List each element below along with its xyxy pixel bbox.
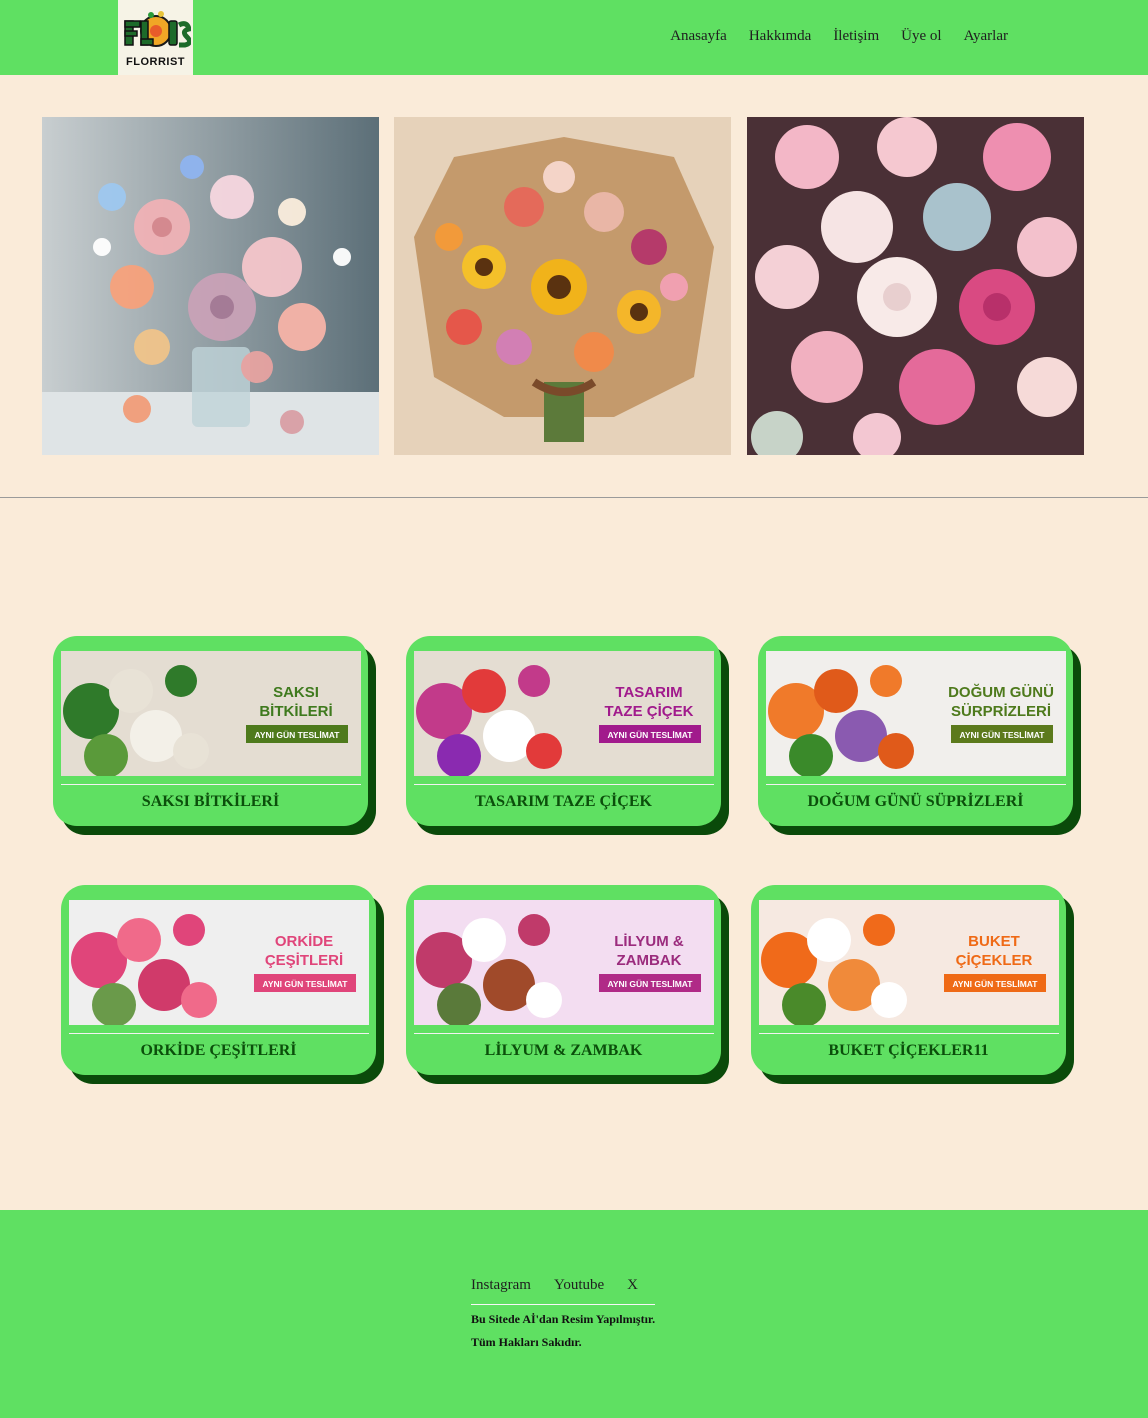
nav-ayarlar[interactable]: Ayarlar (964, 28, 1008, 45)
card-divider (759, 1033, 1059, 1034)
card-body[interactable]: TASARIM TAZE ÇİÇEK AYNI GÜN TESLİMAT TASARI… (406, 636, 721, 826)
delivery-badge-text: AYNI GÜN TESLİMAT (607, 979, 693, 989)
card-divider (61, 784, 361, 785)
footer-links: Instagram Youtube X (471, 1277, 638, 1294)
banner-title-line: SAKSI (273, 684, 319, 701)
category-label[interactable]: LİLYUM & ZAMBAK (414, 1042, 713, 1060)
section-divider (0, 497, 1148, 498)
category-banner-image[interactable]: BUKET ÇİÇEKLER AYNI GÜN TESLİMAT (759, 900, 1059, 1025)
category-banner-image[interactable]: DOĞUM GÜNÜ SÜRPRİZLERİ AYNI GÜN TESLİMAT (766, 651, 1066, 776)
card-body[interactable]: BUKET ÇİÇEKLER AYNI GÜN TESLİMAT BUKET ÇİÇE… (751, 885, 1066, 1075)
logo-flower-icon (123, 11, 191, 48)
delivery-badge-text: AYNI GÜN TESLİMAT (952, 979, 1038, 989)
hero-image-vase (42, 117, 379, 455)
category-label[interactable]: TASARIM TAZE ÇİÇEK (414, 793, 713, 811)
footer-link-instagram[interactable]: Instagram (471, 1277, 531, 1294)
footer-ai-note: Bu Sitede Aİ'dan Resim Yapılmıştır. (471, 1312, 656, 1326)
banner-title-line: ORKİDE (275, 933, 333, 950)
card-body[interactable]: LİLYUM & ZAMBAK AYNI GÜN TESLİMAT LİLYUM & … (406, 885, 721, 1075)
logo-text: FLORRIST (126, 56, 185, 68)
category-banner-image[interactable]: TASARIM TAZE ÇİÇEK AYNI GÜN TESLİMAT (414, 651, 714, 776)
category-card-dogum-gunu-surprizleri[interactable]: DOĞUM GÜNÜ SÜRPRİZLERİ AYNI GÜN TESLİMAT DO… (758, 636, 1081, 835)
delivery-badge-text: AYNI GÜN TESLİMAT (254, 730, 340, 740)
banner-title-line: ZAMBAK (617, 952, 682, 969)
banner-title-line: TASARIM (615, 684, 682, 701)
footer-link-youtube[interactable]: Youtube (554, 1277, 604, 1294)
hero-image-sunflower-bouquet (394, 117, 731, 455)
category-label[interactable]: SAKSI BİTKİLERİ (61, 793, 360, 811)
category-card-orkide-cesitleri[interactable]: ORKİDE ÇEŞİTLERİ AYNI GÜN TESLİMAT ORKİDE Ç… (61, 885, 384, 1084)
card-divider (414, 1033, 714, 1034)
banner-title-line: DOĞUM GÜNÜ (948, 683, 1054, 701)
footer-copyright: Tüm Hakları Sakıdır. (471, 1335, 582, 1349)
nav-hakkimda[interactable]: Hakkımda (749, 28, 811, 45)
nav-uye-ol[interactable]: Üye ol (901, 28, 941, 45)
card-divider (69, 1033, 369, 1034)
footer: Instagram Youtube X Bu Sitede Aİ'dan Res… (0, 1210, 1148, 1418)
banner-title-line: BİTKİLERİ (259, 703, 332, 720)
category-card-tasarim-taze-cicek[interactable]: TASARIM TAZE ÇİÇEK AYNI GÜN TESLİMAT TASARI… (406, 636, 729, 835)
delivery-badge-text: AYNI GÜN TESLİMAT (607, 730, 693, 740)
category-card-saksi-bitkileri[interactable]: SAKSI BİTKİLERİ AYNI GÜN TESLİMAT SAKSI BİT… (53, 636, 376, 835)
logo[interactable]: FLORRIST (118, 0, 193, 75)
footer-divider (471, 1304, 655, 1305)
card-divider (766, 784, 1066, 785)
banner-title-line: BUKET (968, 933, 1020, 950)
banner-title-line: TAZE ÇİÇEK (605, 703, 694, 720)
main-nav: Anasayfa Hakkımda İletişim Üye ol Ayarla… (670, 28, 1008, 45)
category-card-lilyum-zambak[interactable]: LİLYUM & ZAMBAK AYNI GÜN TESLİMAT LİLYUM & … (406, 885, 729, 1084)
banner-title-line: ÇEŞİTLERİ (265, 952, 343, 969)
delivery-badge-text: AYNI GÜN TESLİMAT (262, 979, 348, 989)
card-body[interactable]: SAKSI BİTKİLERİ AYNI GÜN TESLİMAT SAKSI BİT… (53, 636, 368, 826)
hero-image-rose-bouquet (747, 117, 1084, 455)
nav-iletisim[interactable]: İletişim (833, 28, 879, 45)
category-label[interactable]: BUKET ÇİÇEKLER11 (759, 1042, 1058, 1060)
card-body[interactable]: DOĞUM GÜNÜ SÜRPRİZLERİ AYNI GÜN TESLİMAT DO… (758, 636, 1073, 826)
card-divider (414, 784, 714, 785)
category-label[interactable]: DOĞUM GÜNÜ SÜPRİZLERİ (766, 793, 1065, 811)
footer-link-x[interactable]: X (627, 1277, 638, 1294)
delivery-badge-text: AYNI GÜN TESLİMAT (959, 730, 1045, 740)
category-label[interactable]: ORKİDE ÇEŞİTLERİ (69, 1042, 368, 1060)
nav-anasayfa[interactable]: Anasayfa (670, 28, 727, 45)
card-body[interactable]: ORKİDE ÇEŞİTLERİ AYNI GÜN TESLİMAT ORKİDE Ç… (61, 885, 376, 1075)
category-card-buket-cicekler[interactable]: BUKET ÇİÇEKLER AYNI GÜN TESLİMAT BUKET ÇİÇE… (751, 885, 1074, 1084)
banner-title-line: ÇİÇEKLER (956, 952, 1033, 969)
banner-title-line: LİLYUM & (614, 933, 684, 950)
category-banner-image[interactable]: LİLYUM & ZAMBAK AYNI GÜN TESLİMAT (414, 900, 714, 1025)
category-banner-image[interactable]: ORKİDE ÇEŞİTLERİ AYNI GÜN TESLİMAT (69, 900, 369, 1025)
banner-title-line: SÜRPRİZLERİ (951, 703, 1051, 720)
category-banner-image[interactable]: SAKSI BİTKİLERİ AYNI GÜN TESLİMAT (61, 651, 361, 776)
header: FLORRIST Anasayfa Hakkımda İletişim Üye … (0, 0, 1148, 75)
